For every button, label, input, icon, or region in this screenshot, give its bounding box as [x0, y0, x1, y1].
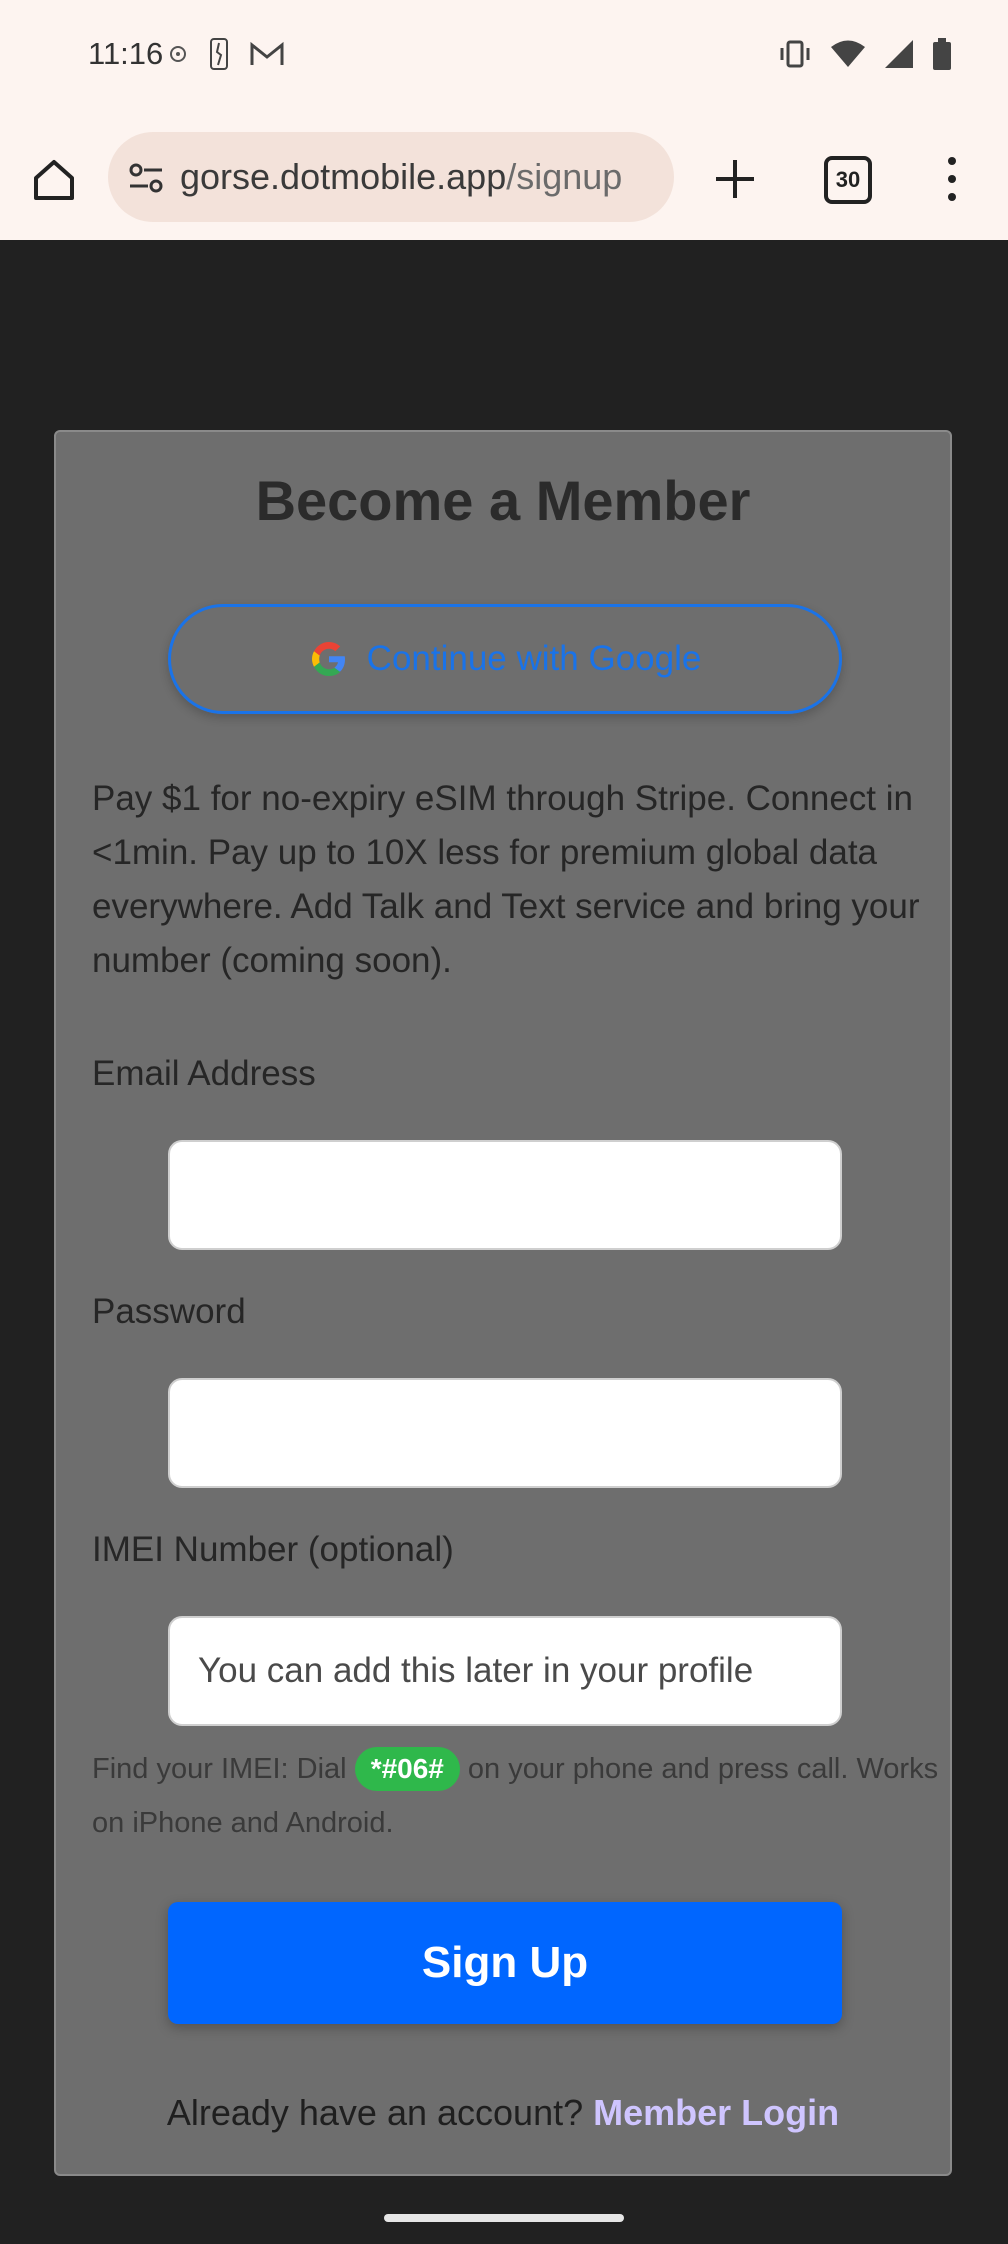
vibrate-icon — [780, 40, 810, 68]
browser-toolbar: gorse.dotmobile.app/signup 30 — [0, 120, 1008, 240]
site-info-icon[interactable] — [126, 158, 166, 198]
imei-hint-prefix: Find your IMEI: Dial — [92, 1753, 355, 1785]
password-field[interactable] — [168, 1378, 842, 1488]
signup-card: Become a Member Continue with Google Pay… — [54, 430, 952, 2176]
more-menu-icon[interactable] — [940, 154, 964, 204]
home-icon — [34, 160, 74, 200]
new-tab-plus-icon[interactable] — [710, 154, 760, 204]
status-system-icons — [778, 38, 952, 70]
wifi-icon — [831, 40, 865, 67]
nba-icon — [210, 38, 228, 70]
battery-icon — [933, 38, 951, 70]
member-login-link[interactable]: Member Login — [593, 2092, 839, 2133]
tab-switcher-button[interactable]: 30 — [824, 156, 872, 204]
google-button-label: Continue with Google — [366, 639, 702, 678]
status-notification-icons — [168, 38, 284, 70]
sign-up-button[interactable]: Sign Up — [168, 1902, 842, 2024]
login-prompt-line: Already have an account? Member Login — [56, 2092, 950, 2134]
signal-icon — [885, 40, 913, 68]
gmail-icon — [250, 41, 284, 65]
url-bar[interactable]: gorse.dotmobile.app/signup — [108, 132, 674, 222]
home-indicator[interactable] — [384, 2214, 624, 2222]
imei-hint: Find your IMEI: Dial *#06# on your phone… — [92, 1742, 942, 1850]
status-time: 11:16 — [88, 36, 164, 71]
login-prompt: Already have an account? — [166, 2092, 584, 2133]
intro-text: Pay $1 for no-expiry eSIM through Stripe… — [92, 779, 920, 980]
page-title: Become a Member — [255, 469, 751, 532]
status-bar: 11:16 — [0, 0, 1008, 120]
url-text: gorse.dotmobile.app/signup — [180, 156, 622, 198]
imei-code-badge: *#06# — [354, 1747, 460, 1791]
imei-label: IMEI Number (optional) — [92, 1530, 454, 1569]
email-field[interactable] — [168, 1140, 842, 1250]
imei-field[interactable] — [168, 1616, 842, 1726]
continue-with-google-button[interactable]: Continue with Google — [168, 604, 842, 714]
google-icon — [311, 642, 345, 676]
home-button[interactable] — [28, 150, 80, 210]
notification-circle-icon — [170, 46, 186, 62]
page-content: Become a Member Continue with Google Pay… — [0, 240, 1008, 2244]
url-domain: gorse.dotmobile.app — [180, 156, 507, 197]
email-label: Email Address — [92, 1054, 316, 1093]
password-label: Password — [92, 1292, 246, 1331]
url-path: /signup — [506, 156, 623, 197]
